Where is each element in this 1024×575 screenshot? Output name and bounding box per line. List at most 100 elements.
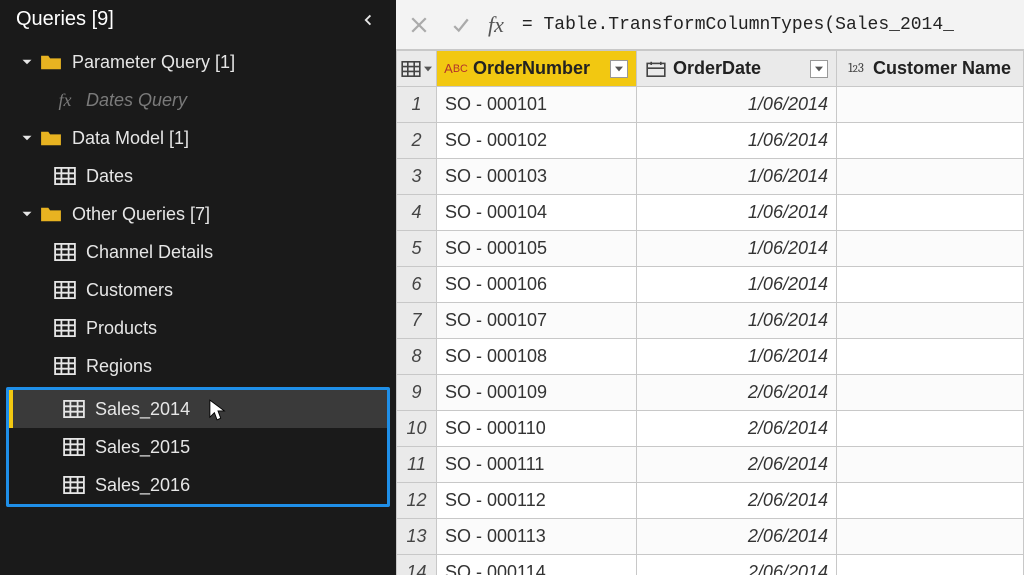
row-number[interactable]: 10 bbox=[397, 411, 437, 447]
query-regions[interactable]: Regions bbox=[0, 347, 396, 385]
cell-orderdate[interactable]: 1/06/2014 bbox=[637, 195, 837, 231]
cell-ordernumber[interactable]: SO - 000114 bbox=[437, 555, 637, 575]
cell-orderdate[interactable]: 2/06/2014 bbox=[637, 519, 837, 555]
cell-orderdate[interactable]: 2/06/2014 bbox=[637, 555, 837, 575]
cell-customer-name[interactable] bbox=[837, 375, 1024, 411]
group-label: Other Queries [7] bbox=[72, 204, 210, 225]
cell-ordernumber[interactable]: SO - 000108 bbox=[437, 339, 637, 375]
query-customers[interactable]: Customers bbox=[0, 271, 396, 309]
cell-orderdate[interactable]: 1/06/2014 bbox=[637, 87, 837, 123]
cell-ordernumber[interactable]: SO - 000102 bbox=[437, 123, 637, 159]
query-dates[interactable]: Dates bbox=[0, 157, 396, 195]
collapse-sidebar-button[interactable] bbox=[358, 10, 378, 30]
query-sales-2016[interactable]: Sales_2016 bbox=[9, 466, 387, 504]
row-number[interactable]: 6 bbox=[397, 267, 437, 303]
cell-orderdate[interactable]: 1/06/2014 bbox=[637, 123, 837, 159]
table-row[interactable]: 2SO - 0001021/06/2014 bbox=[397, 123, 1024, 159]
cell-orderdate[interactable]: 1/06/2014 bbox=[637, 159, 837, 195]
column-header-orderdate[interactable]: OrderDate bbox=[637, 51, 837, 87]
row-number[interactable]: 1 bbox=[397, 87, 437, 123]
cell-customer-name[interactable] bbox=[837, 303, 1024, 339]
cell-ordernumber[interactable]: SO - 000104 bbox=[437, 195, 637, 231]
table-icon bbox=[54, 281, 76, 299]
cell-orderdate[interactable]: 1/06/2014 bbox=[637, 267, 837, 303]
caret-down-icon bbox=[20, 55, 34, 69]
row-number[interactable]: 5 bbox=[397, 231, 437, 267]
number-type-icon: 123 bbox=[845, 59, 867, 79]
formula-input[interactable]: = Table.TransformColumnTypes(Sales_2014_ bbox=[516, 15, 1016, 35]
cell-orderdate[interactable]: 2/06/2014 bbox=[637, 375, 837, 411]
cell-ordernumber[interactable]: SO - 000109 bbox=[437, 375, 637, 411]
query-dates-query[interactable]: fx Dates Query bbox=[0, 81, 396, 119]
row-number[interactable]: 13 bbox=[397, 519, 437, 555]
query-sales-2015[interactable]: Sales_2015 bbox=[9, 428, 387, 466]
cell-customer-name[interactable] bbox=[837, 267, 1024, 303]
cell-ordernumber[interactable]: SO - 000112 bbox=[437, 483, 637, 519]
formula-confirm-button[interactable] bbox=[446, 10, 476, 40]
table-row[interactable]: 5SO - 0001051/06/2014 bbox=[397, 231, 1024, 267]
row-number[interactable]: 4 bbox=[397, 195, 437, 231]
cell-customer-name[interactable] bbox=[837, 411, 1024, 447]
table-row[interactable]: 9SO - 0001092/06/2014 bbox=[397, 375, 1024, 411]
table-row[interactable]: 3SO - 0001031/06/2014 bbox=[397, 159, 1024, 195]
table-row[interactable]: 6SO - 0001061/06/2014 bbox=[397, 267, 1024, 303]
row-number[interactable]: 11 bbox=[397, 447, 437, 483]
table-row[interactable]: 10SO - 0001102/06/2014 bbox=[397, 411, 1024, 447]
cell-customer-name[interactable] bbox=[837, 231, 1024, 267]
cell-orderdate[interactable]: 2/06/2014 bbox=[637, 483, 837, 519]
row-number[interactable]: 3 bbox=[397, 159, 437, 195]
cell-ordernumber[interactable]: SO - 000107 bbox=[437, 303, 637, 339]
column-header-customer-name[interactable]: 123 Customer Name bbox=[837, 51, 1024, 87]
row-number[interactable]: 7 bbox=[397, 303, 437, 339]
cell-customer-name[interactable] bbox=[837, 87, 1024, 123]
cell-ordernumber[interactable]: SO - 000105 bbox=[437, 231, 637, 267]
cell-orderdate[interactable]: 2/06/2014 bbox=[637, 411, 837, 447]
column-header-ordernumber[interactable]: ABC OrderNumber bbox=[437, 51, 637, 87]
cell-ordernumber[interactable]: SO - 000113 bbox=[437, 519, 637, 555]
cell-orderdate[interactable]: 2/06/2014 bbox=[637, 447, 837, 483]
query-group-parameter[interactable]: Parameter Query [1] bbox=[0, 43, 396, 81]
table-row[interactable]: 11SO - 0001112/06/2014 bbox=[397, 447, 1024, 483]
table-row[interactable]: 4SO - 0001041/06/2014 bbox=[397, 195, 1024, 231]
row-number[interactable]: 8 bbox=[397, 339, 437, 375]
row-number[interactable]: 2 bbox=[397, 123, 437, 159]
cell-orderdate[interactable]: 1/06/2014 bbox=[637, 339, 837, 375]
cell-ordernumber[interactable]: SO - 000101 bbox=[437, 87, 637, 123]
cell-orderdate[interactable]: 1/06/2014 bbox=[637, 303, 837, 339]
cell-customer-name[interactable] bbox=[837, 555, 1024, 575]
row-number[interactable]: 12 bbox=[397, 483, 437, 519]
table-row[interactable]: 7SO - 0001071/06/2014 bbox=[397, 303, 1024, 339]
cell-customer-name[interactable] bbox=[837, 483, 1024, 519]
formula-cancel-button[interactable] bbox=[404, 10, 434, 40]
cell-customer-name[interactable] bbox=[837, 447, 1024, 483]
table-row[interactable]: 14SO - 0001142/06/2014 bbox=[397, 555, 1024, 575]
cell-customer-name[interactable] bbox=[837, 519, 1024, 555]
column-filter-button[interactable] bbox=[610, 60, 628, 78]
query-sales-2014[interactable]: Sales_2014 bbox=[9, 390, 387, 428]
query-group-other[interactable]: Other Queries [7] bbox=[0, 195, 396, 233]
cell-customer-name[interactable] bbox=[837, 123, 1024, 159]
cell-ordernumber[interactable]: SO - 000103 bbox=[437, 159, 637, 195]
selected-highlight: Sales_2014 Sales_2015 Sales_2016 bbox=[6, 387, 390, 507]
cell-ordernumber[interactable]: SO - 000106 bbox=[437, 267, 637, 303]
formula-bar: fx = Table.TransformColumnTypes(Sales_20… bbox=[396, 0, 1024, 50]
table-row[interactable]: 12SO - 0001122/06/2014 bbox=[397, 483, 1024, 519]
query-products[interactable]: Products bbox=[0, 309, 396, 347]
table-row[interactable]: 8SO - 0001081/06/2014 bbox=[397, 339, 1024, 375]
table-corner-menu[interactable] bbox=[397, 51, 437, 87]
row-number[interactable]: 9 bbox=[397, 375, 437, 411]
table-row[interactable]: 1SO - 0001011/06/2014 bbox=[397, 87, 1024, 123]
cell-orderdate[interactable]: 1/06/2014 bbox=[637, 231, 837, 267]
cell-customer-name[interactable] bbox=[837, 339, 1024, 375]
query-label: Channel Details bbox=[86, 242, 213, 263]
query-group-data-model[interactable]: Data Model [1] bbox=[0, 119, 396, 157]
query-label: Regions bbox=[86, 356, 152, 377]
cell-ordernumber[interactable]: SO - 000110 bbox=[437, 411, 637, 447]
row-number[interactable]: 14 bbox=[397, 555, 437, 575]
table-row[interactable]: 13SO - 0001132/06/2014 bbox=[397, 519, 1024, 555]
column-filter-button[interactable] bbox=[810, 60, 828, 78]
cell-customer-name[interactable] bbox=[837, 159, 1024, 195]
cell-customer-name[interactable] bbox=[837, 195, 1024, 231]
cell-ordernumber[interactable]: SO - 000111 bbox=[437, 447, 637, 483]
query-channel-details[interactable]: Channel Details bbox=[0, 233, 396, 271]
